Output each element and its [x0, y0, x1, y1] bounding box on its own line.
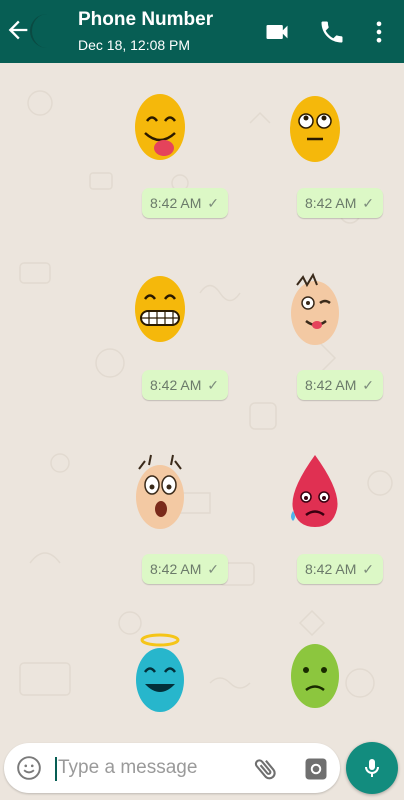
message-bubble[interactable]: 8:42 AM ✓ — [297, 188, 383, 218]
sticker-egg-green-frown[interactable] — [282, 630, 352, 720]
sticker-egg-shocked[interactable] — [127, 447, 197, 537]
avatar[interactable] — [30, 14, 64, 48]
message-composer — [4, 743, 340, 793]
sticker-egg-messy-winking[interactable] — [282, 263, 352, 353]
contact-name[interactable]: Phone Number — [78, 9, 213, 31]
sticker-egg-grinning[interactable] — [127, 263, 197, 353]
video-call-icon[interactable] — [263, 18, 291, 46]
more-options-icon[interactable] — [365, 18, 393, 46]
mic-icon — [365, 759, 379, 777]
sent-check-icon: ✓ — [362, 195, 374, 211]
text-cursor — [55, 757, 57, 781]
message-bubble[interactable]: 8:42 AM ✓ — [297, 554, 383, 584]
message-time: 8:42 AM — [305, 195, 357, 211]
message-input[interactable] — [58, 753, 248, 783]
message-bubble[interactable]: 8:42 AM ✓ — [142, 370, 228, 400]
message-time: 8:42 AM — [150, 195, 202, 211]
message-time: 8:42 AM — [150, 377, 202, 393]
sent-check-icon: ✓ — [362, 377, 374, 393]
message-time: 8:42 AM — [305, 377, 357, 393]
back-arrow-icon[interactable] — [4, 16, 32, 44]
sent-check-icon: ✓ — [207, 561, 219, 577]
chat-header: Phone Number Dec 18, 12:08 PM — [0, 0, 404, 63]
last-seen-status: Dec 18, 12:08 PM — [78, 37, 191, 53]
camera-icon[interactable] — [302, 755, 330, 783]
voice-call-icon[interactable] — [318, 18, 346, 46]
message-bubble[interactable]: 8:42 AM ✓ — [142, 554, 228, 584]
sticker-egg-tongue-out[interactable] — [127, 81, 197, 171]
chat-area[interactable]: 8:42 AM ✓ 8:42 AM ✓ 8:42 AM ✓ 8:42 AM ✓ — [0, 63, 404, 737]
sticker-egg-rolling-eyes[interactable] — [282, 81, 352, 171]
message-time: 8:42 AM — [150, 561, 202, 577]
message-bubble[interactable]: 8:42 AM ✓ — [142, 188, 228, 218]
sent-check-icon: ✓ — [207, 377, 219, 393]
sent-check-icon: ✓ — [207, 195, 219, 211]
message-time: 8:42 AM — [305, 561, 357, 577]
sticker-egg-angel-laughing[interactable] — [127, 630, 197, 720]
sticker-egg-sad-red-tear[interactable] — [282, 447, 352, 537]
attach-icon[interactable] — [252, 755, 280, 783]
message-bubble[interactable]: 8:42 AM ✓ — [297, 370, 383, 400]
emoji-icon[interactable] — [16, 755, 42, 781]
sent-check-icon: ✓ — [362, 561, 374, 577]
mic-button[interactable] — [346, 742, 398, 794]
